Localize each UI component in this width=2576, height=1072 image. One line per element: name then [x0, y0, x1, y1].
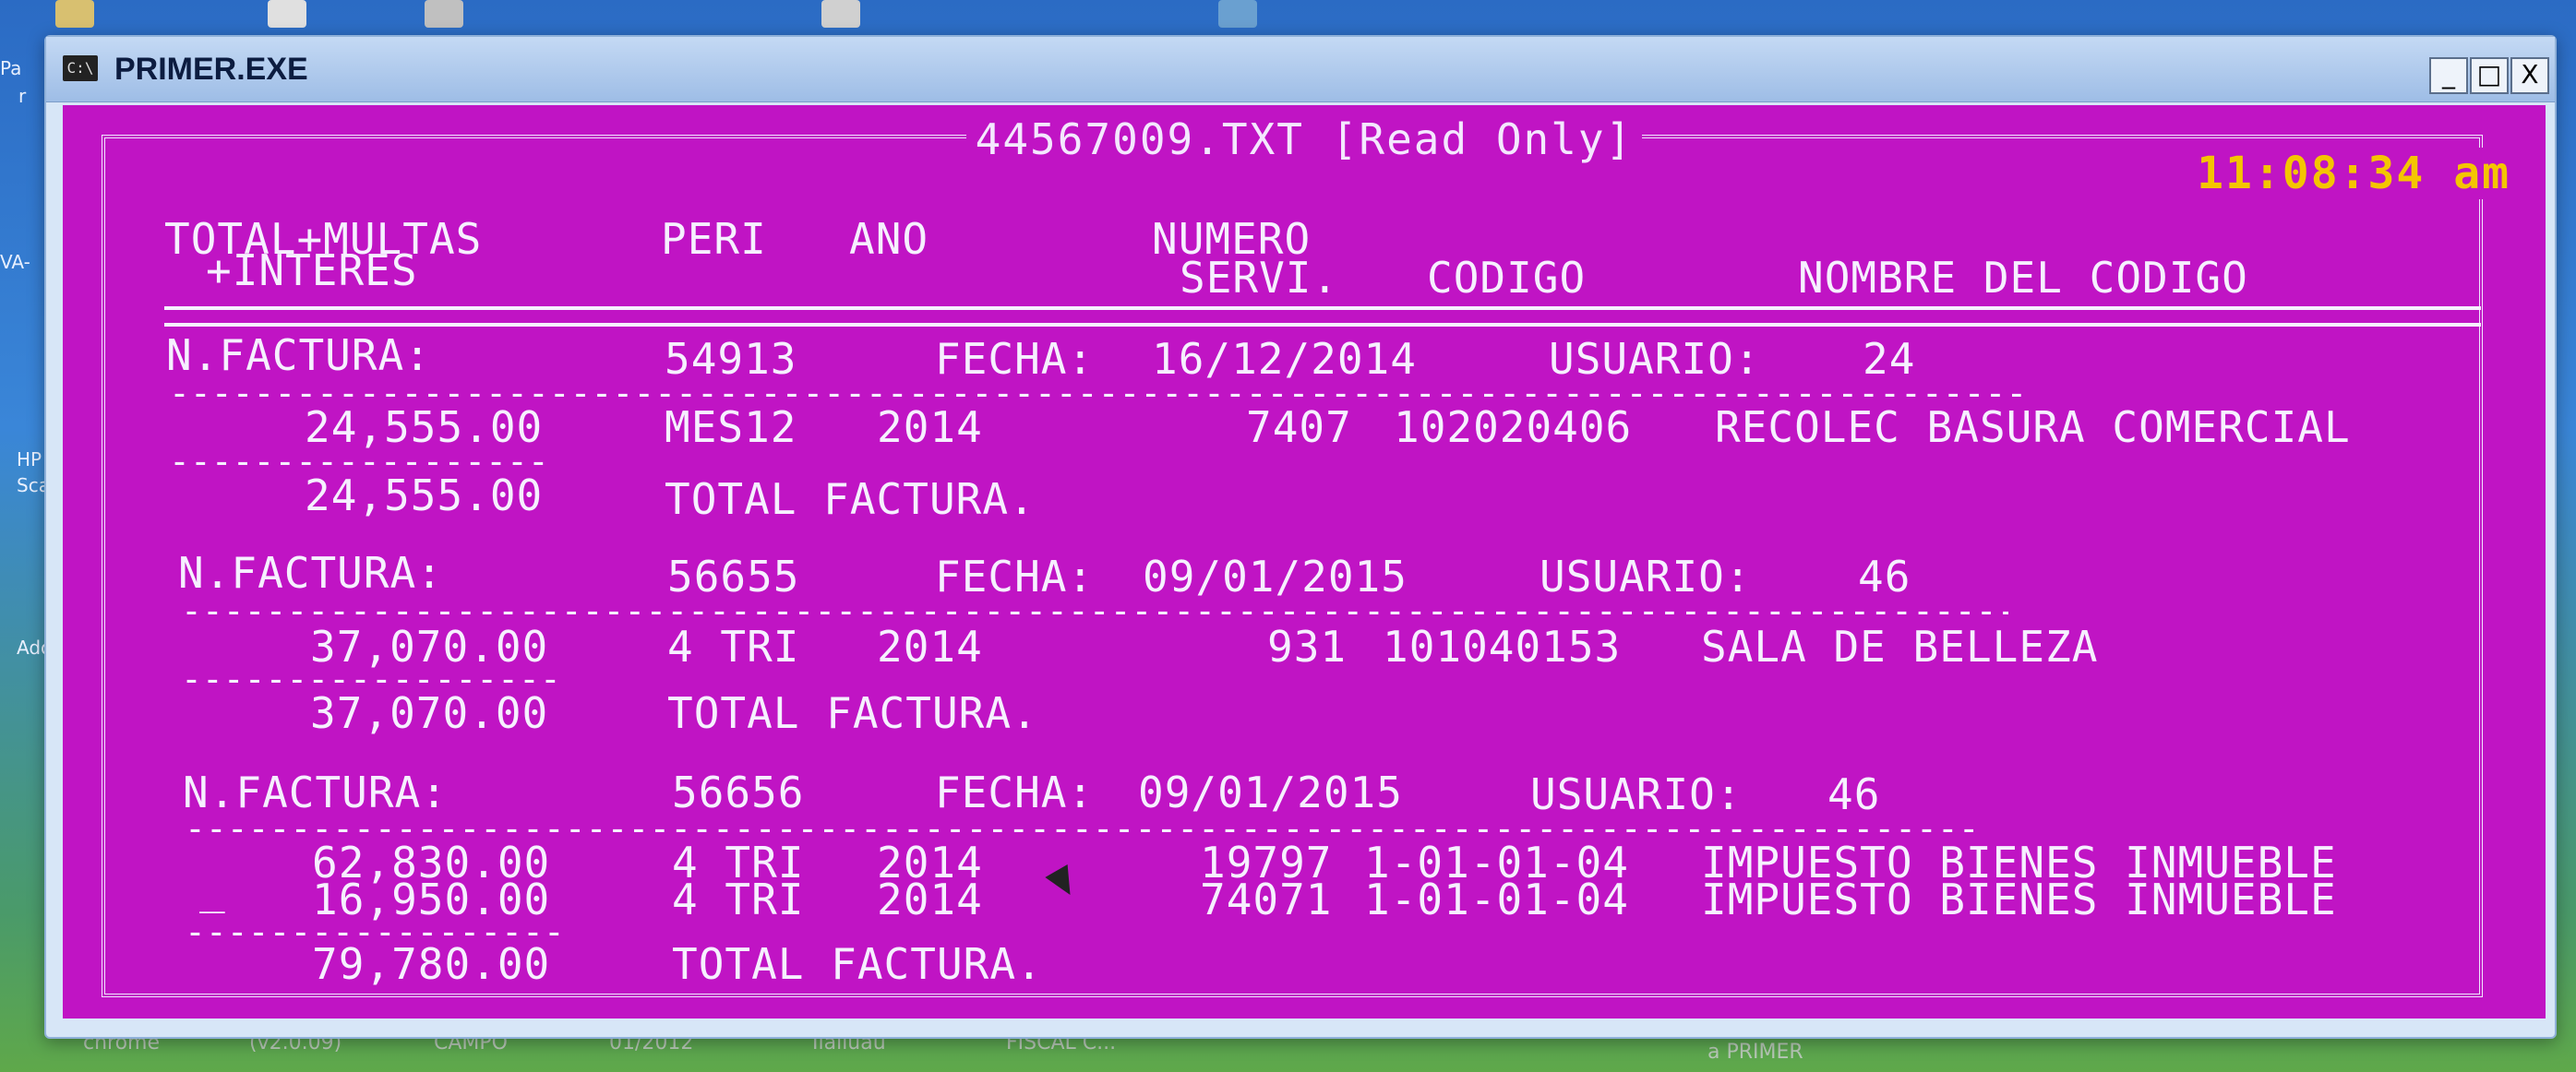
total-label: TOTAL FACTURA. — [667, 688, 1038, 738]
line-year: 2014 — [877, 622, 983, 672]
title-bar[interactable]: C:\ PRIMER.EXE _ □ X — [46, 37, 2555, 102]
total-amount: 24,555.00 — [305, 470, 544, 520]
desktop-icon[interactable] — [1218, 0, 1257, 28]
cursor-mark: _ — [199, 864, 226, 913]
desktop-icon[interactable] — [821, 0, 860, 28]
header-codigo: CODIGO — [1427, 253, 1587, 303]
desktop-icon[interactable] — [268, 0, 306, 28]
console-screen[interactable]: 44567009.TXT [Read Only] 11:08:34 am TOT… — [63, 105, 2546, 1018]
line-period: 4 TRI — [672, 875, 805, 924]
line-period: MES12 — [665, 402, 797, 452]
header-total-interes: +INTERES — [206, 245, 418, 295]
line-year: 2014 — [877, 402, 983, 452]
header-nombre: NOMBRE DEL CODIGO — [1798, 253, 2248, 303]
maximize-button[interactable]: □ — [2470, 57, 2509, 94]
window-title: PRIMER.EXE — [114, 52, 308, 87]
line-code: 101040153 — [1383, 622, 1622, 672]
double-separator — [164, 306, 2481, 327]
console-window[interactable]: C:\ PRIMER.EXE _ □ X 44567009.TXT [Read … — [44, 35, 2557, 1039]
line-year: 2014 — [877, 875, 983, 924]
desktop-label[interactable]: VA- — [0, 251, 44, 273]
line-name: IMPUESTO BIENES INMUEBLE — [1701, 875, 2337, 924]
line-code: 1-01-01-04 — [1364, 875, 1629, 924]
desktop-label[interactable]: Pa — [0, 57, 44, 79]
desktop-icon[interactable] — [55, 0, 94, 28]
clock: 11:08:34 am — [2189, 148, 2518, 199]
line-period: 4 TRI — [667, 622, 800, 672]
line-code: 102020406 — [1394, 402, 1633, 452]
line-service: 931 — [1267, 622, 1348, 672]
header-ano: ANO — [849, 214, 929, 264]
taskbar-label[interactable]: a PRIMER — [1707, 1041, 1803, 1064]
desktop-icon[interactable] — [425, 0, 463, 28]
total-label: TOTAL FACTURA. — [672, 939, 1043, 989]
close-button[interactable]: X — [2510, 57, 2549, 94]
line-name: RECOLEC BASURA COMERCIAL — [1715, 402, 2351, 452]
line-service: 7407 — [1246, 402, 1352, 452]
console-icon[interactable]: C:\ — [63, 55, 98, 81]
header-peri: PERI — [661, 214, 767, 264]
line-service: 74071 — [1200, 875, 1333, 924]
minimize-button[interactable]: _ — [2429, 57, 2468, 94]
total-label: TOTAL FACTURA. — [665, 474, 1036, 524]
total-amount: 79,780.00 — [312, 939, 551, 989]
file-title: 44567009.TXT [Read Only] — [63, 114, 2546, 164]
header-servi: SERVI. — [1180, 253, 1339, 303]
total-amount: 37,070.00 — [310, 688, 549, 738]
line-name: SALA DE BELLEZA — [1701, 622, 2099, 672]
